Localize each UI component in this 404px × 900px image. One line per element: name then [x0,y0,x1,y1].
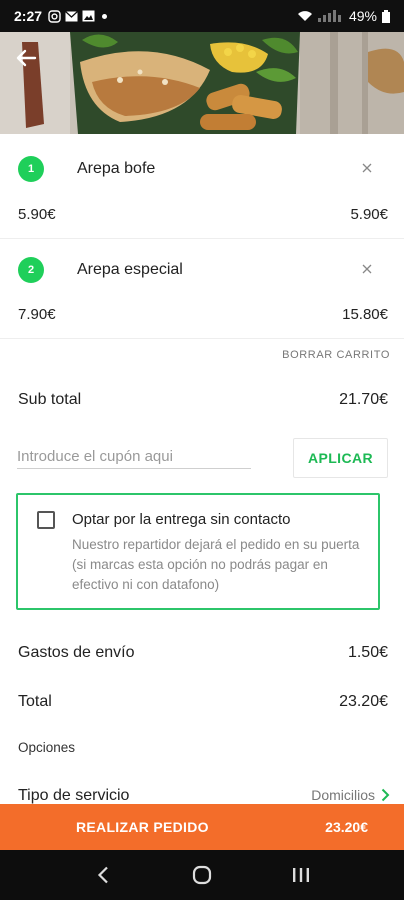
restaurant-banner-image [0,32,404,134]
subtotal-value: 21.70€ [339,391,388,408]
item-total-price: 15.80€ [342,306,388,323]
close-icon [362,163,372,173]
contactless-title: Optar por la entrega sin contacto [72,511,291,528]
arrow-left-icon [16,49,37,67]
status-bar: 2:27 49% [0,0,404,32]
recents-icon [292,868,309,882]
item-index-badge: 2 [18,257,44,283]
shipping-value: 1.50€ [347,644,388,661]
coupon-input[interactable] [17,445,251,469]
item-index-badge: 1 [18,156,44,182]
apply-coupon-button[interactable]: APLICAR [293,438,388,478]
home-circle-icon [192,865,212,885]
wifi-icon [297,11,312,21]
subtotal-label: Sub total [18,391,82,408]
item-name: Arepa especial [77,261,183,278]
back-button[interactable] [10,42,42,74]
shipping-label: Gastos de envío [18,644,135,661]
chevron-right-icon [381,788,390,802]
clear-cart-button[interactable]: BORRAR CARRITO [282,349,390,361]
service-type-value: Domicilios [311,787,375,803]
service-type-selector[interactable]: Domicilios [311,787,390,803]
cart-item: 1 Arepa bofe 5.90€ 5.90€ [0,134,404,238]
nav-home-button[interactable] [182,855,222,895]
item-unit-price: 7.90€ [18,306,56,323]
options-heading: Opciones [18,740,76,755]
more-notifications-dot [102,13,108,19]
image-icon [82,10,95,22]
divider [0,338,404,339]
nav-recents-button[interactable] [281,855,321,895]
item-name: Arepa bofe [77,160,156,177]
notification-icons [48,9,108,23]
contactless-delivery-option[interactable]: Optar por la entrega sin contacto Nuestr… [16,493,380,610]
total-label: Total [18,693,52,710]
chevron-left-icon [98,866,109,884]
service-type-label: Tipo de servicio [18,787,130,804]
remove-item-button[interactable] [358,159,376,177]
battery-percent: 49% [348,8,377,24]
nav-back-button[interactable] [83,855,123,895]
contactless-description: Nuestro repartidor dejará el pedido en s… [72,537,360,592]
cart-item: 2 Arepa especial 7.90€ 15.80€ [0,238,404,338]
place-order-button[interactable]: REALIZAR PEDIDO 23.20€ [0,804,404,850]
mail-icon [65,10,78,21]
total-value: 23.20€ [339,693,388,710]
food-photo [0,32,404,134]
contactless-checkbox[interactable] [37,511,55,529]
remove-item-button[interactable] [358,260,376,278]
item-total-price: 5.90€ [350,206,388,223]
signal-icon [317,10,341,22]
system-navigation-bar [0,850,404,900]
close-icon [362,264,372,274]
item-unit-price: 5.90€ [18,206,56,223]
instagram-icon [48,9,61,23]
battery-icon [382,9,390,23]
place-order-total: 23.20€ [325,819,368,835]
place-order-label: REALIZAR PEDIDO [76,819,209,835]
status-time: 2:27 [14,8,43,24]
